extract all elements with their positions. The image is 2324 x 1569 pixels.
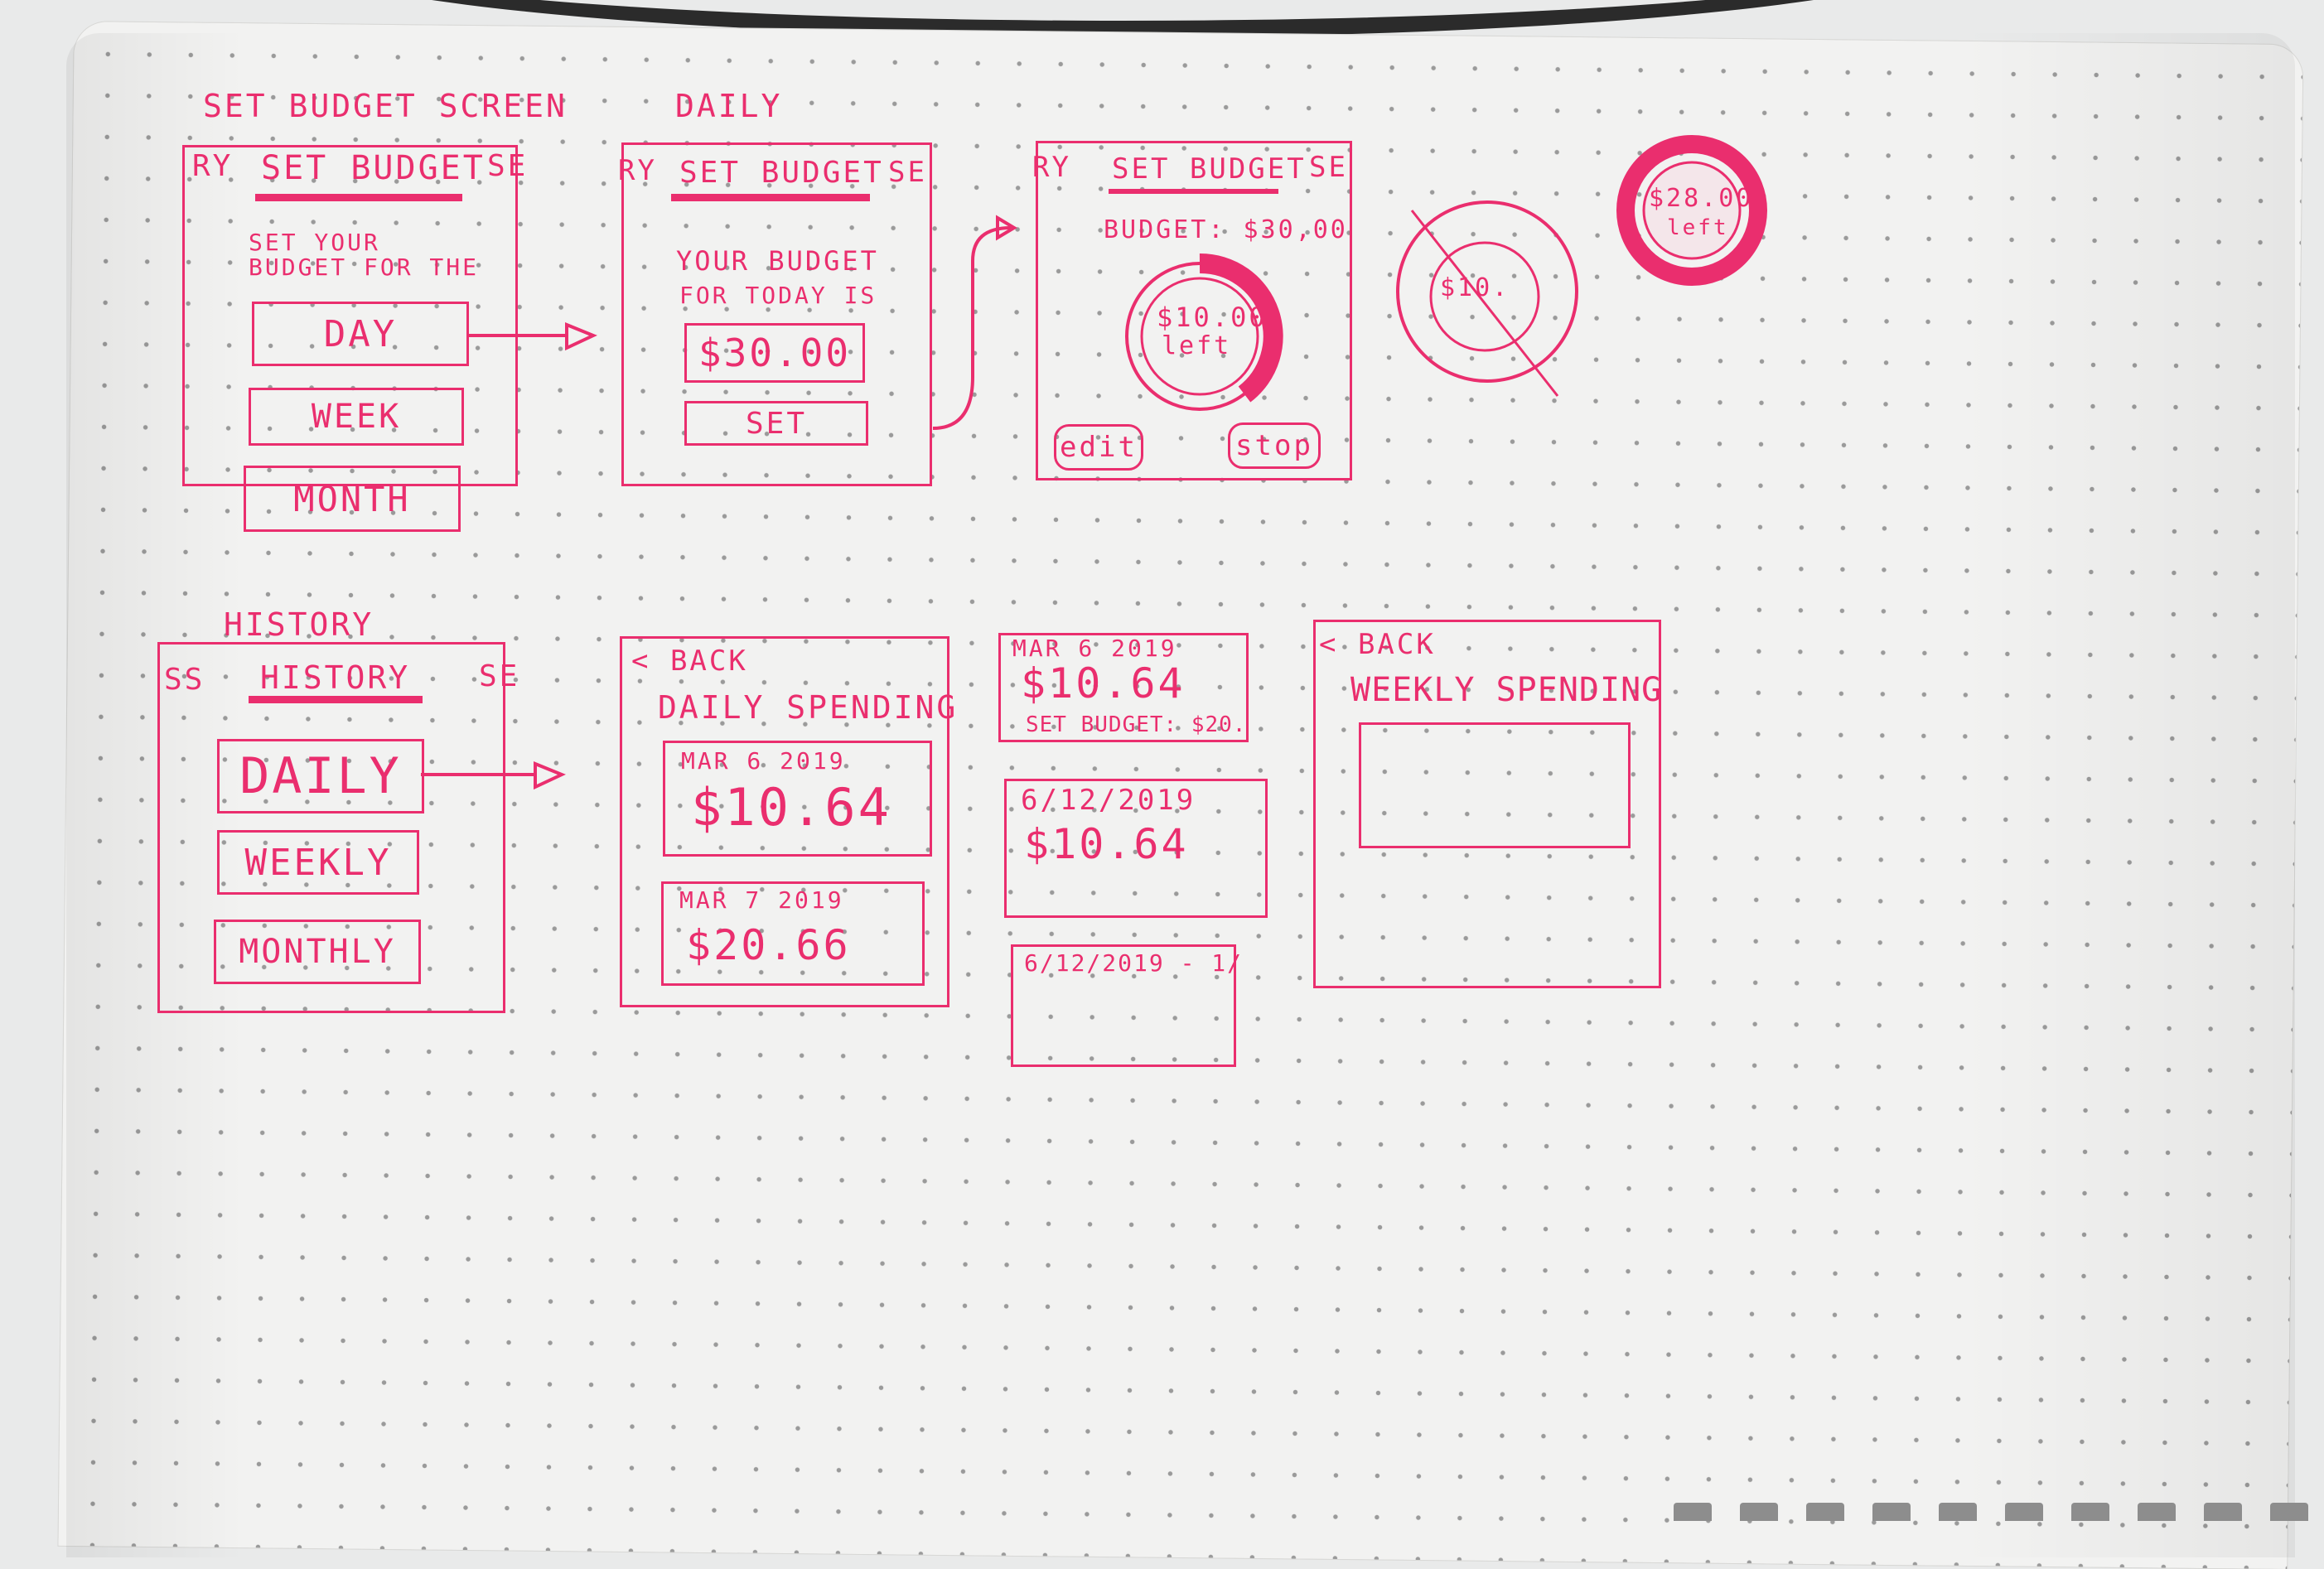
week-button[interactable]: WEEK (249, 388, 464, 446)
label-set-budget-screen: SET BUDGET SCREEN (203, 88, 568, 124)
prompt-line1: SET YOUR (249, 229, 380, 256)
card-date: 6/12/2019 (1021, 784, 1196, 817)
label-daily: DAILY (675, 88, 783, 124)
ring-amount: $28.00 (1649, 184, 1754, 213)
ring-left-label: left (1667, 215, 1729, 240)
budget-text-line2: FOR TODAY IS (679, 282, 877, 309)
tab-left: RY (192, 149, 234, 183)
flow-arrow-icon (469, 322, 597, 351)
tab-underline (1109, 189, 1278, 194)
filled-ring-sketch (1616, 135, 1767, 286)
flow-arrow-icon (932, 215, 1017, 430)
month-button[interactable]: MONTH (244, 466, 461, 532)
card-amount: $10.64 (1021, 659, 1186, 707)
edit-button[interactable]: edit (1054, 424, 1143, 471)
tab-right: SE (888, 156, 927, 189)
card-date: MAR 6 2019 (1012, 635, 1177, 662)
ring-amount: $10.00 (1157, 302, 1268, 333)
tab-underline (249, 696, 423, 703)
day-button[interactable]: DAY (252, 302, 469, 366)
tab-right: SE (1309, 151, 1348, 184)
tab-title: SET BUDGET (1112, 152, 1307, 186)
daily-spending-title: DAILY SPENDING (658, 689, 959, 726)
flow-arrow-icon (421, 761, 566, 790)
card-amount: $20.66 (686, 921, 851, 969)
weekly-button[interactable]: WEEKLY (217, 830, 419, 895)
set-button[interactable]: SET (684, 401, 868, 446)
card-date: MAR 6 2019 (681, 747, 846, 775)
weekly-spending-title: WEEKLY SPENDING (1350, 671, 1663, 709)
tab-underline (671, 194, 870, 201)
prompt-line2: BUDGET FOR THE (249, 253, 480, 281)
tab-left: RY (1032, 151, 1071, 184)
tab-underline (255, 194, 462, 201)
tab-title: HISTORY (260, 659, 411, 696)
card-set-budget: SET BUDGET: $20. (1026, 712, 1247, 737)
tab-right: SE (479, 659, 520, 693)
back-link[interactable]: < BACK (631, 644, 748, 678)
card-date: MAR 7 2019 (679, 886, 844, 914)
tab-title: SET BUDGET (679, 156, 884, 190)
daily-button[interactable]: DAILY (217, 739, 424, 813)
label-history: HISTORY (224, 606, 374, 643)
tab-right: SE (487, 149, 529, 183)
back-link[interactable]: < BACK (1319, 628, 1436, 661)
tab-title: SET BUDGET (261, 149, 486, 187)
tab-left: RY (618, 154, 657, 187)
budget-text-line1: YOUR BUDGET (676, 245, 879, 277)
budget-label: BUDGET: $30,00 (1104, 215, 1348, 244)
card-date: 6/12/2019 - 1/ (1024, 949, 1244, 977)
card-amount: $10.64 (1024, 820, 1189, 868)
card-amount: $10.64 (691, 777, 891, 838)
ring-left-label: left (1162, 331, 1232, 360)
tab-left: SS (164, 663, 205, 697)
weekly-chart-placeholder (1359, 722, 1631, 848)
crossed-amount: $10. (1440, 273, 1510, 302)
stop-button[interactable]: stop (1228, 422, 1321, 469)
monthly-button[interactable]: MONTHLY (214, 920, 421, 984)
amount-field[interactable]: $30.00 (684, 323, 865, 383)
